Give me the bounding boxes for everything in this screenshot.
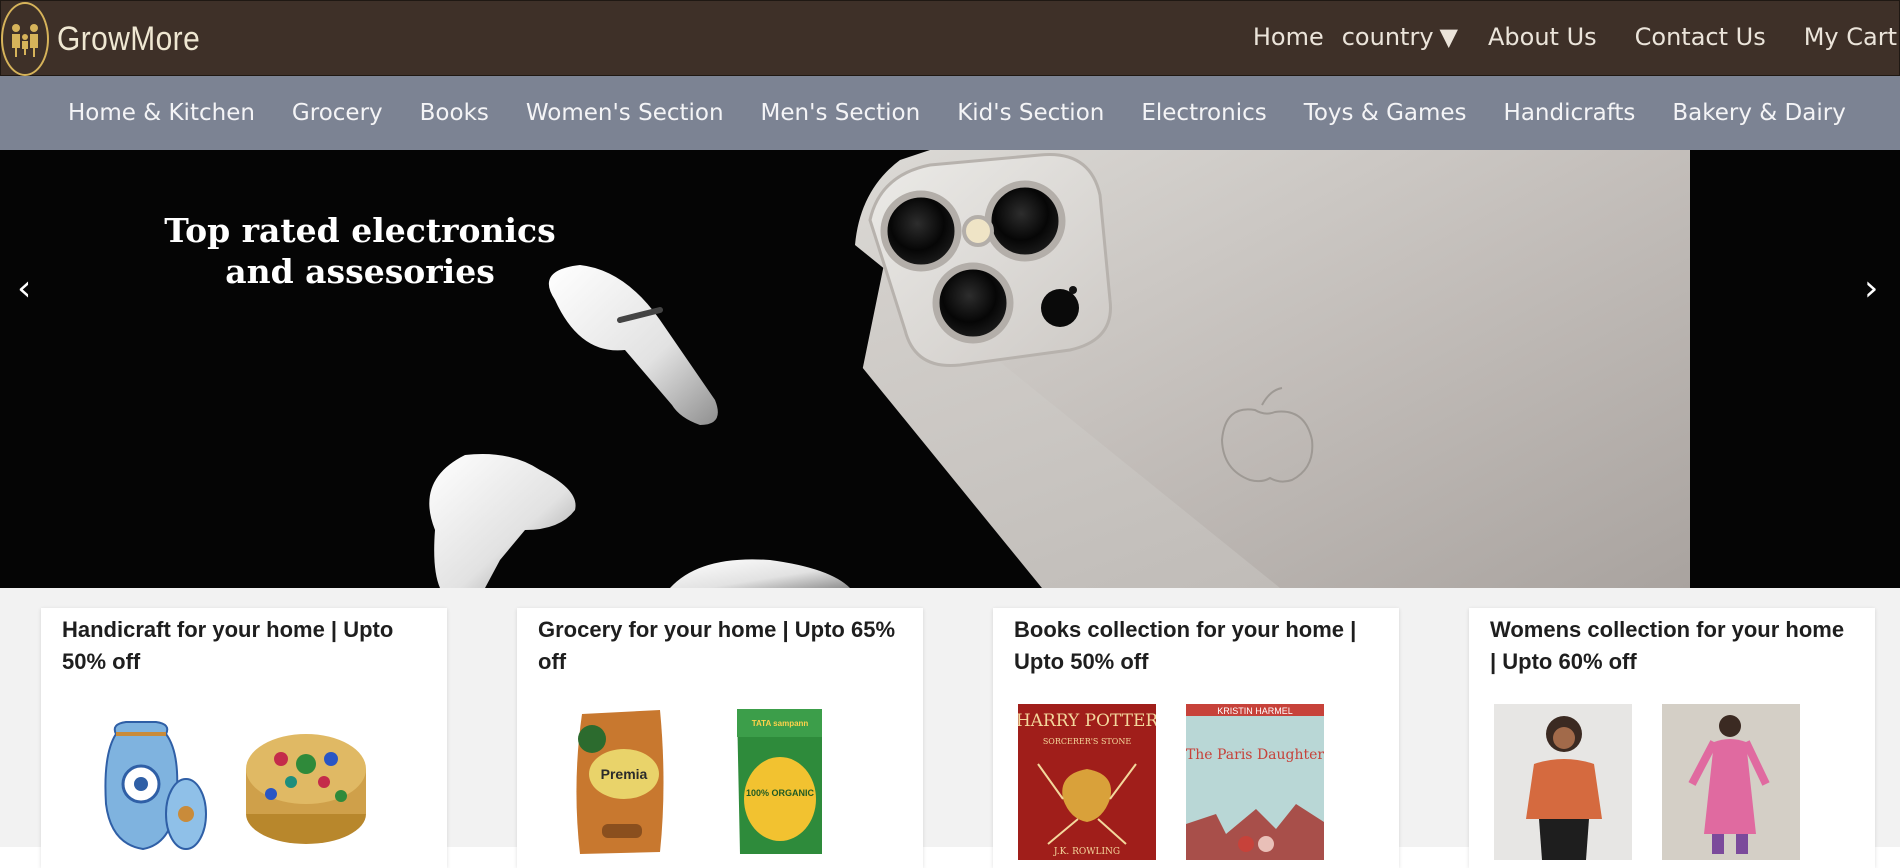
carousel-prev-button[interactable]: ‹ (17, 268, 31, 309)
card-womens[interactable]: Womens collection for your home | Upto 6… (1469, 608, 1875, 868)
book1-subtitle: SORCERER'S STONE (1043, 737, 1132, 746)
grocery2-brand: TATA sampann (752, 719, 809, 728)
card-title: Grocery for your home | Upto 65% off (538, 617, 896, 674)
book2-author: KRISTIN HARMEL (1217, 706, 1293, 716)
nav-home[interactable]: Home (1253, 23, 1324, 51)
paris-daughter-book-image[interactable]: KRISTIN HARMEL The Paris Daughter (1186, 704, 1324, 860)
caret-down-icon: ▼ (1439, 23, 1458, 51)
category-bakery-dairy[interactable]: Bakery & Dairy (1672, 100, 1845, 126)
book1-author: J.K. ROWLING (1053, 847, 1120, 857)
card-title: Books collection for your home | Upto 50… (1014, 617, 1357, 674)
nav-country-dropdown[interactable]: country ▼ (1342, 23, 1458, 51)
womens-top-image[interactable] (1494, 704, 1632, 860)
book1-title: HARRY POTTER (1018, 711, 1156, 731)
harry-potter-book-image[interactable]: HARRY POTTER SORCERER'S STONE J.K. ROWLI… (1018, 704, 1156, 860)
card-title: Womens collection for your home | Upto 6… (1490, 617, 1845, 674)
hero-title-line2: and assesories (225, 252, 495, 291)
nav-my-cart[interactable]: My Cart (1804, 23, 1897, 51)
logo-family-icon (1, 2, 49, 76)
hero-title-line1: Top rated electronics (164, 211, 556, 250)
card-books[interactable]: Books collection for your home | Upto 50… (993, 608, 1399, 868)
category-mens-section[interactable]: Men's Section (761, 100, 921, 126)
category-kids-section[interactable]: Kid's Section (957, 100, 1104, 126)
book2-title: The Paris Daughter (1186, 747, 1324, 763)
tata-sampann-packet-image[interactable]: TATA sampann 100% ORGANIC (722, 704, 860, 860)
category-handicrafts[interactable]: Handicrafts (1504, 100, 1636, 126)
top-header: GrowMore Home country ▼ About Us Contact … (0, 0, 1900, 76)
grocery1-label: Premia (601, 766, 648, 782)
nav-country-label: country (1341, 23, 1434, 51)
blue-vase-image[interactable] (81, 704, 219, 860)
category-grocery[interactable]: Grocery (292, 100, 383, 126)
carousel-next-button[interactable]: › (1864, 268, 1878, 309)
womens-kurta-image[interactable] (1662, 704, 1800, 860)
card-title: Handicraft for your home | Upto 50% off (62, 617, 394, 674)
card-grocery[interactable]: Grocery for your home | Upto 65% off Pre… (517, 608, 923, 868)
category-womens-section[interactable]: Women's Section (526, 100, 724, 126)
product-cards-section: Handicraft for your home | Upto 50% off … (0, 588, 1900, 868)
category-home-kitchen[interactable]: Home & Kitchen (68, 100, 255, 126)
nav-about-us[interactable]: About Us (1488, 23, 1597, 51)
hero-title: Top rated electronics and assesories (100, 210, 620, 292)
logo-text: GrowMore (57, 19, 201, 58)
card-handicraft[interactable]: Handicraft for your home | Upto 50% off (41, 608, 447, 868)
category-toys-games[interactable]: Toys & Games (1304, 100, 1467, 126)
nav-contact-us[interactable]: Contact Us (1635, 23, 1766, 51)
category-books[interactable]: Books (420, 100, 489, 126)
grocery2-label: 100% ORGANIC (746, 788, 815, 798)
hero-carousel: Top rated electronics and assesories ‹ › (0, 150, 1900, 588)
top-nav: Home country ▼ About Us Contact Us My Car… (1253, 1, 1899, 73)
category-electronics[interactable]: Electronics (1141, 100, 1266, 126)
dal-packet-image[interactable]: Premia (552, 704, 690, 860)
jewel-box-image[interactable] (236, 704, 374, 860)
logo[interactable]: GrowMore (1, 1, 220, 77)
category-bar: Home & Kitchen Grocery Books Women's Sec… (0, 76, 1900, 150)
